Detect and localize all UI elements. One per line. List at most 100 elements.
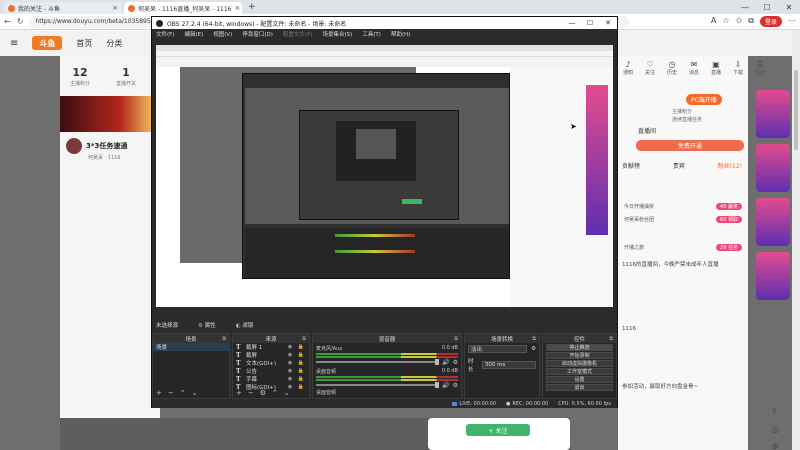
menu-docks[interactable]: 停靠窗口(D) [242,30,273,38]
remove-icon[interactable]: − [248,389,254,397]
ad-banner[interactable] [756,198,790,246]
virtual-camera-button[interactable]: 启动虚拟摄像机 [546,360,613,367]
transition-select[interactable]: 淡出 [468,345,528,353]
speaker-icon[interactable]: 🔊 [442,382,449,389]
source-item[interactable]: T 公告 ◉ 🔒 [233,367,309,376]
list-item[interactable]: 何吴呆粉丝团 60 领取 [624,214,742,224]
menu-tools[interactable]: 工具(T) [362,30,381,38]
settings-icon[interactable]: ⚙ [772,442,779,450]
browser-tab[interactable]: 我的关注 - 斗鱼 × [4,2,122,14]
minimize-icon[interactable]: — [734,0,756,14]
source-item[interactable]: T 截屏 ◉ 🔒 [233,351,309,360]
douyu-logo[interactable]: 斗鱼 [32,36,63,50]
settings-button[interactable]: 设置 [546,376,613,383]
list-item[interactable]: 今日开播抽奖 40 赢奖 [624,201,742,211]
studio-mode-button[interactable]: 工作室模式 [546,368,613,375]
down-icon[interactable]: ⌄ [284,389,290,397]
close-window-icon[interactable]: ✕ [778,0,800,14]
down-icon[interactable]: ⌄ [192,389,198,397]
popout-icon[interactable]: ⧉ [532,336,536,342]
source-item[interactable]: T 字幕 ◉ 🔒 [233,375,309,384]
ad-banner[interactable] [756,252,790,300]
close-tab-icon[interactable]: × [112,4,118,12]
more-icon[interactable]: ⋯ [788,16,796,27]
browser-tab-active[interactable]: 何吴呆 - 1116直播_何吴呆 - 1116 × [124,2,242,14]
history-item[interactable]: ◷ 历史 [664,60,680,76]
gear-icon[interactable]: ⚙ [453,382,458,389]
favorite-star-icon[interactable]: ☆ [722,16,729,27]
refresh-icon[interactable]: ↻ [17,17,24,26]
gear-icon[interactable]: ⚙ [453,359,458,366]
message-item[interactable]: ✉ 消息 [686,60,702,76]
filters-button[interactable]: ◐ 滤镜 [236,321,254,329]
menu-help[interactable]: 帮助(H) [391,30,410,38]
gear-icon[interactable]: ⚙ [531,346,536,352]
notify-item[interactable]: ♪ 通知 [620,60,636,76]
close-window-icon[interactable]: ✕ [599,19,617,27]
up-icon[interactable]: ⌃ [272,389,278,397]
obs-window: OBS 27.2.4 (64-bit, windows) - 配置文件: 未命名… [151,16,618,408]
tab-contrib[interactable]: 贡献榜 [622,161,640,170]
page-scrollbar[interactable] [792,30,800,450]
scene-item[interactable]: 场景 [153,343,229,351]
favorites-icon[interactable]: ✩ [736,16,743,27]
nav-category[interactable]: 分类 [106,38,122,49]
remove-icon[interactable]: − [168,389,174,397]
menu-scene-collection[interactable]: 场景集合(S) [322,30,352,38]
menu-profile[interactable]: 配置文件(P) [283,30,313,38]
nav-home[interactable]: 首页 [76,38,92,49]
speaker-icon[interactable]: 🔊 [442,359,449,366]
add-icon[interactable]: + [236,389,242,397]
collections-icon[interactable]: ⧉ [748,16,754,27]
back-icon[interactable]: ← [4,17,11,26]
dock-header: 场景转换 ⧉ [465,334,539,343]
properties-button[interactable]: ⚙ 属性 [198,321,216,329]
popout-icon[interactable]: ⧉ [454,336,458,342]
maximize-icon[interactable]: ☐ [756,0,778,14]
popout-icon[interactable]: ⧉ [609,336,613,342]
chat-line: 参加活动，赢取好方向盘金骨~ [622,384,699,390]
tab-vip[interactable]: 贵宾 [673,161,685,170]
target-icon[interactable]: ◎ [772,425,779,434]
obs-preview[interactable]: ➤ [156,45,613,307]
ad-banner[interactable] [756,144,790,192]
download-item[interactable]: ⇩ 下载 [730,60,746,76]
close-tab-icon[interactable]: × [235,4,241,12]
stop-streaming-button[interactable]: 停止推流 [546,344,613,351]
menu-file[interactable]: 文件(F) [156,30,174,38]
volume-slider[interactable]: 🔊 ⚙ [316,359,458,366]
tab-fans[interactable]: 粉丝(12) [718,161,742,170]
menu-view[interactable]: 视图(V) [213,30,232,38]
task-item[interactable]: ☰ 任务 [752,60,768,76]
minimize-icon[interactable]: — [563,19,581,27]
avatar[interactable] [66,138,82,154]
ad-banner[interactable] [756,90,790,138]
live-item[interactable]: ▣ 直播 [708,60,724,76]
source-item[interactable]: T 文本(GDI+) ◉ 🔒 [233,359,309,368]
volume-slider[interactable]: 🔊 ⚙ [316,382,458,389]
popout-icon[interactable]: ⧉ [302,336,306,342]
free-open-button[interactable]: 免费开通 [636,140,744,151]
list-item[interactable]: 开播之旅 29 任务 [624,242,742,252]
exit-button[interactable]: 退出 [546,384,613,391]
duration-input[interactable]: 300 ms [481,361,536,369]
follow-button[interactable]: + 关注 [466,424,530,436]
gear-icon[interactable]: ⚙ [260,389,266,397]
menu-icon[interactable]: ≡ [10,38,18,49]
start-recording-button[interactable]: 开始录制 [546,352,613,359]
pc-live-button[interactable]: PC端开播 [686,94,722,105]
new-tab-icon[interactable]: + [248,2,256,12]
scroll-thumb[interactable] [794,70,798,150]
popout-icon[interactable]: ⧉ [222,336,226,342]
maximize-icon[interactable]: ☐ [581,19,599,27]
login-button[interactable]: 登录 [759,16,782,27]
up-icon[interactable]: ⌃ [180,389,186,397]
clock-icon: ◷ [668,60,676,69]
source-item[interactable]: T 截屏 1 ◉ 🔒 [233,343,309,352]
font-size-icon[interactable]: A [711,16,716,27]
event-banner[interactable] [60,96,160,132]
menu-edit[interactable]: 编辑(E) [184,30,203,38]
help-icon[interactable]: ? [772,408,779,417]
follow-item[interactable]: ♡ 关注 [642,60,658,76]
add-icon[interactable]: + [156,389,162,397]
